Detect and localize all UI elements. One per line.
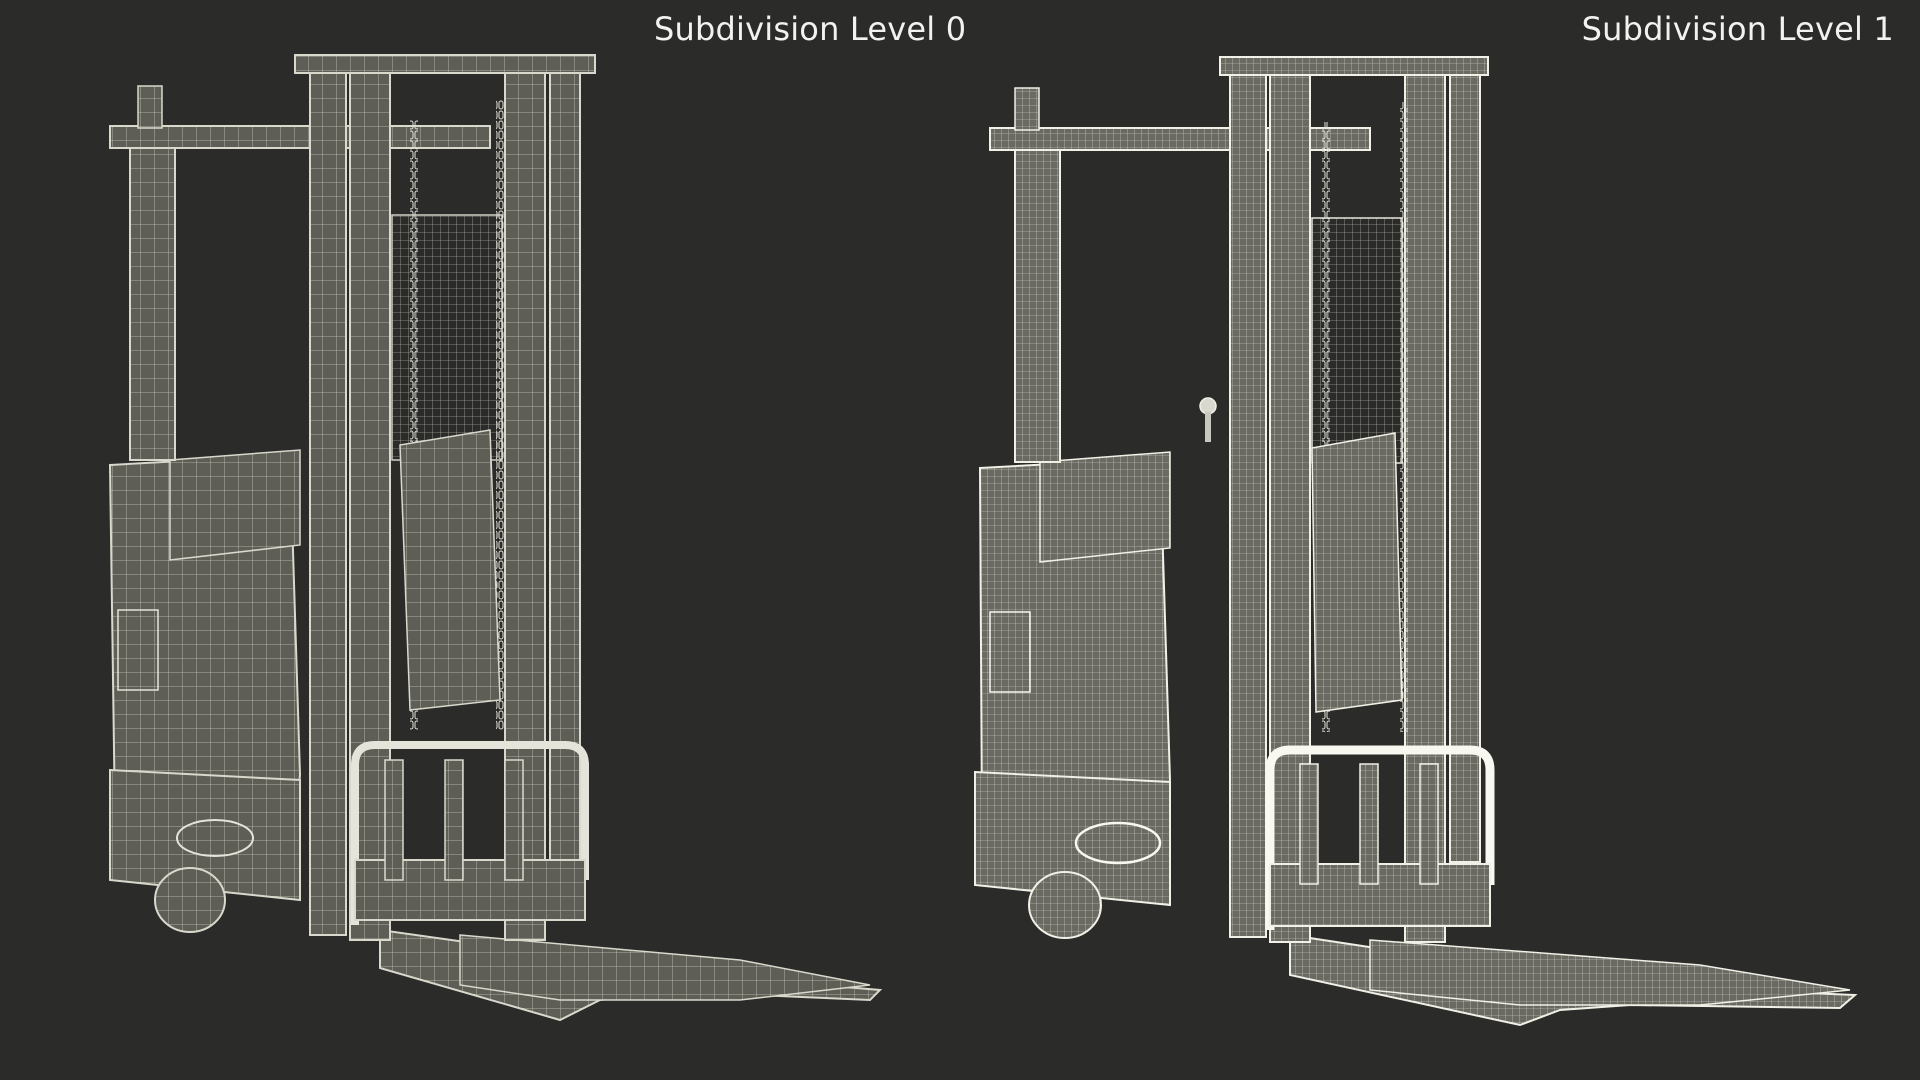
forklift-wireframe-level-1 [974,56,1858,1027]
render-viewport [108,54,1858,1027]
forklift-wireframe-level-0 [108,54,883,1022]
